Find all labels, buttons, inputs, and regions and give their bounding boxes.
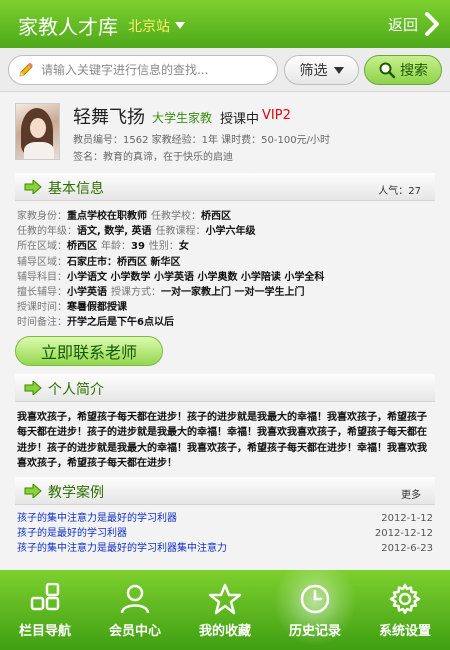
nav-item-settings[interactable]: 系统设置 — [360, 570, 450, 650]
search-field[interactable] — [8, 55, 278, 85]
vip-badge: VIP2 — [262, 108, 291, 123]
pencil-icon — [19, 62, 33, 77]
info-key: 任教课程： — [155, 226, 206, 238]
nav-label: 历史记录 — [288, 624, 341, 639]
section-basic-info: 基本信息 人气：27 — [15, 173, 435, 201]
magnifier-icon — [379, 62, 396, 79]
case-item[interactable]: 孩子的集中注意力是最好的学习利器 2012-1-12 — [17, 511, 433, 526]
nav-item-member[interactable]: 会员中心 — [90, 570, 180, 650]
case-title[interactable]: 孩子的集中注意力是最好的学习利器集中注意力 — [17, 541, 227, 556]
info-value: 一对一家教上门 一对一学生上门 — [161, 287, 305, 299]
info-key: 授课方式： — [111, 287, 161, 299]
gear-icon — [389, 583, 421, 615]
nav-item-columns[interactable]: 栏目导航 — [0, 570, 90, 650]
info-key: 家教身份： — [17, 211, 67, 222]
nav-item-history[interactable]: 历史记录 — [270, 570, 360, 650]
section-cases: 教学案例 更多 — [15, 477, 435, 505]
search-button[interactable]: 搜索 — [364, 55, 442, 85]
info-value: 开学之后是下午6点以后 — [67, 317, 174, 329]
case-date: 2012-6-23 — [381, 543, 433, 554]
back-button[interactable]: 返回 — [388, 8, 440, 40]
app-title: 家教人才库 — [18, 15, 118, 39]
nav-label: 栏目导航 — [18, 624, 71, 639]
city-selector[interactable]: 北京站 — [128, 16, 170, 36]
caret-down-icon — [333, 66, 344, 74]
info-row: 擅长辅导：小学英语 授课方式：一对一家教上门 一对一学生上门 — [17, 285, 328, 300]
info-row: 时间备注：开学之后是下午6点以后 — [17, 315, 328, 330]
info-value: 39 — [131, 241, 145, 253]
clock-icon — [300, 584, 330, 614]
search-label: 搜索 — [400, 63, 428, 79]
section-title: 教学案例 — [48, 485, 104, 501]
nav-label: 我的收藏 — [198, 624, 251, 639]
info-row: 所在区域：桥西区 年龄：39 性别：女 — [17, 239, 328, 254]
back-label: 返回 — [387, 15, 418, 34]
arrow-right-icon — [24, 381, 42, 395]
contact-teacher-button[interactable]: 立即联系老师 — [15, 336, 163, 366]
info-key: 授课时间： — [17, 302, 67, 314]
info-value: 石家庄市：桥西区 新华区 — [67, 256, 181, 268]
info-key: 擅长辅导： — [17, 287, 67, 299]
case-item[interactable]: 孩子的是最好的学习利器 2012-12-12 — [17, 526, 433, 541]
nav-item-favorites[interactable]: 我的收藏 — [180, 570, 270, 650]
teacher-type: 大学生家教 — [152, 111, 213, 125]
info-row: 辅导科目：小学语文 小学数学 小学英语 小学奥数 小学陪读 小学全科 — [17, 270, 328, 285]
teacher-signature: 签名：教育的真谛，在于快乐的启迪 — [73, 152, 233, 163]
info-value: 小学英语 — [67, 287, 107, 299]
filter-label: 筛选 — [299, 63, 328, 79]
section-bio: 个人简介 — [15, 374, 435, 402]
city-dropdown-icon[interactable] — [175, 22, 185, 29]
section-title: 基本信息 — [48, 181, 104, 197]
info-key: 所在区域： — [17, 241, 67, 253]
case-item[interactable]: 孩子的集中注意力是最好的学习利器集中注意力 2012-6-23 — [17, 541, 433, 556]
case-title[interactable]: 孩子的是最好的学习利器 — [17, 526, 127, 541]
case-title[interactable]: 孩子的集中注意力是最好的学习利器 — [17, 511, 177, 526]
info-value: 女 — [178, 241, 189, 253]
arrow-right-icon — [24, 180, 42, 194]
info-key: 年龄： — [101, 241, 131, 253]
info-row: 家教身份：重点学校在职教师 任教学校：桥西区 — [17, 209, 328, 224]
more-link[interactable]: 更多 — [401, 486, 421, 501]
basic-info-list: 家教身份：重点学校在职教师 任教学校：桥西区 任教的年级：语文, 数学, 英语 任教课… — [17, 209, 328, 331]
app-header: 家教人才库 北京站 返回 — [0, 0, 450, 48]
popularity-count: 人气：27 — [378, 186, 421, 197]
info-value: 小学六年级 — [205, 226, 256, 238]
info-key: 性别： — [148, 241, 179, 253]
nav-label: 会员中心 — [108, 624, 161, 639]
nav-label: 系统设置 — [378, 624, 431, 639]
info-value: 小学语文 小学数学 小学英语 小学奥数 小学陪读 小学全科 — [67, 271, 325, 283]
user-icon — [120, 584, 150, 614]
teacher-meta: 教员编号：1562 家教经验：1年 课时费：50-100元/小时 — [73, 135, 330, 146]
case-date: 2012-12-12 — [374, 528, 433, 539]
case-date: 2012-1-12 — [381, 513, 433, 524]
teacher-name: 轻舞飞扬 — [73, 107, 145, 128]
info-row: 授课时间：寒暑假都授课 — [17, 300, 328, 315]
info-key: 任教学校： — [151, 211, 201, 222]
bottom-nav: 栏目导航 会员中心 我的收藏 历史记录 系统设置 — [0, 570, 450, 650]
info-value: 桥西区 — [67, 241, 97, 253]
info-row: 辅导区域：石家庄市：桥西区 新华区 — [17, 255, 328, 270]
info-value: 桥西区 — [201, 211, 231, 222]
search-bar: 筛选 搜索 — [0, 48, 450, 92]
search-input[interactable] — [41, 63, 261, 77]
info-key: 时间备注： — [17, 317, 67, 329]
case-list: 孩子的集中注意力是最好的学习利器 2012-1-12 孩子的是最好的学习利器 2… — [17, 511, 433, 556]
star-icon — [208, 583, 242, 615]
info-value: 语文, 数学, 英语 — [77, 226, 152, 238]
info-key: 辅导区域： — [17, 256, 67, 268]
info-row: 任教的年级：语文, 数学, 英语 任教课程：小学六年级 — [17, 224, 328, 239]
info-value: 重点学校在职教师 — [67, 211, 147, 222]
info-value: 寒暑假都授课 — [67, 302, 127, 314]
filter-button[interactable]: 筛选 — [284, 55, 359, 85]
teaching-status: 授课中 — [220, 112, 260, 127]
grid-icon — [30, 583, 60, 611]
arrow-right-icon — [24, 484, 42, 498]
info-key: 辅导科目： — [17, 271, 67, 283]
bio-text: 我喜欢孩子，希望孩子每天都在进步！孩子的进步就是我最大的幸福！我喜欢孩子，希望孩… — [17, 412, 427, 469]
avatar — [15, 103, 60, 160]
info-key: 任教的年级： — [17, 226, 77, 238]
chevron-right-icon — [425, 12, 439, 36]
section-title: 个人简介 — [48, 382, 104, 398]
